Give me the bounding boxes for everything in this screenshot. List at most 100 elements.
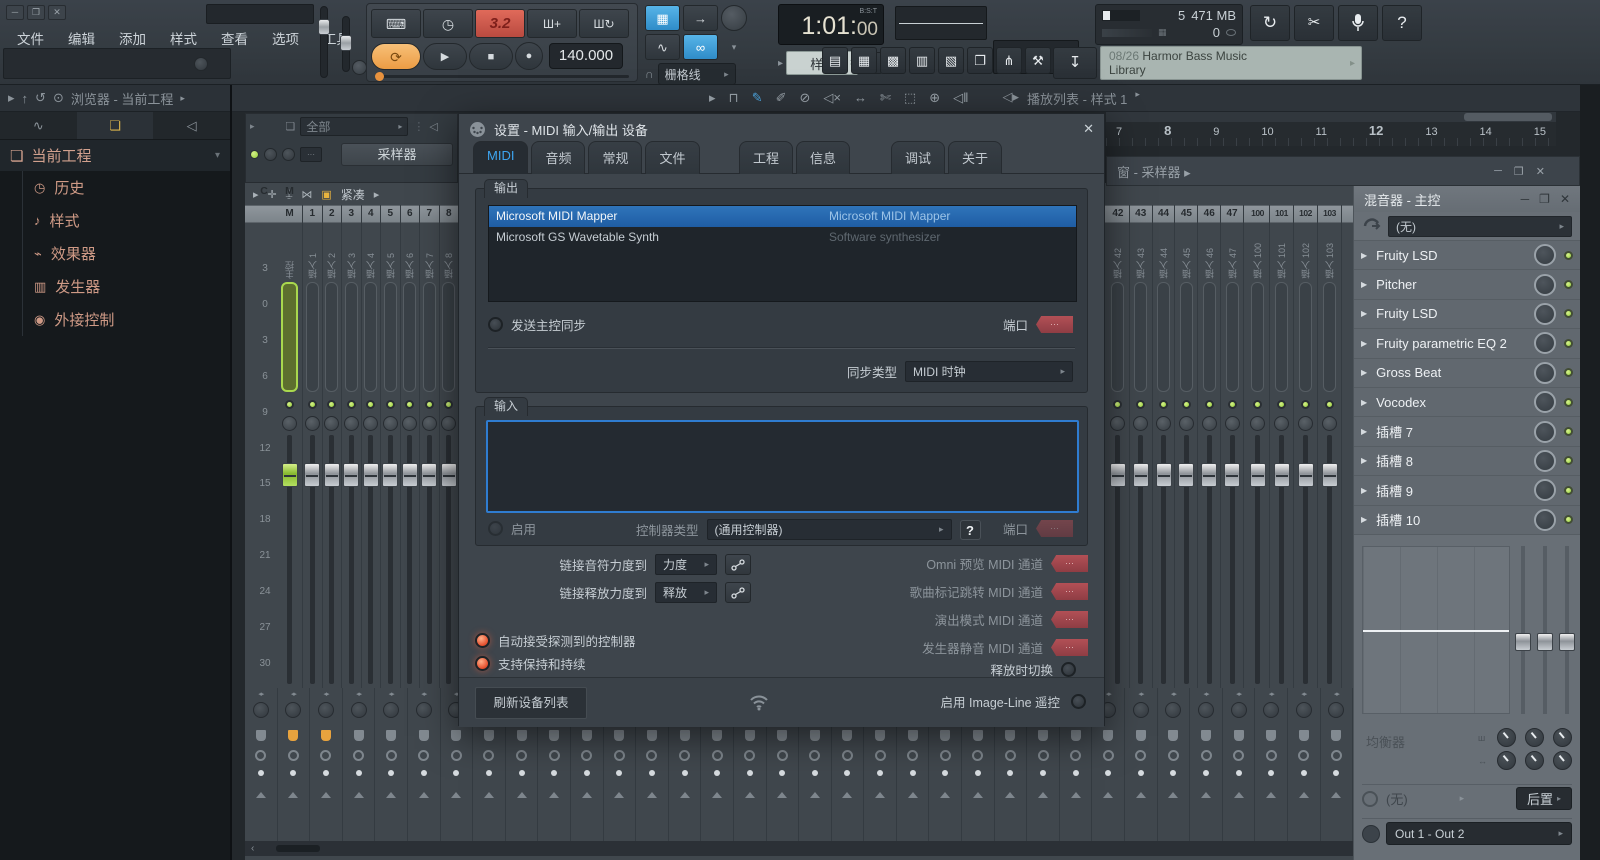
fx-mix-knob[interactable] xyxy=(1534,244,1556,266)
fx-plug-icon[interactable] xyxy=(1266,730,1276,741)
routing-triangle-icon[interactable] xyxy=(1071,792,1081,798)
toggle-release-radio[interactable] xyxy=(1061,662,1076,677)
record-arm-dot[interactable] xyxy=(486,770,492,776)
stereo-sep-icon[interactable]: ◂▸ xyxy=(1236,690,1241,700)
view-mode-icon[interactable]: ▣ xyxy=(321,188,331,201)
routing-triangle-icon[interactable] xyxy=(1136,792,1146,798)
routing-triangle-icon[interactable] xyxy=(484,792,494,798)
shuffle-dial[interactable] xyxy=(352,60,367,75)
routing-triangle-icon[interactable] xyxy=(582,792,592,798)
overdub-knob[interactable] xyxy=(721,5,747,31)
routing-triangle-icon[interactable] xyxy=(908,792,918,798)
strip-pan-knob[interactable] xyxy=(363,416,378,431)
strip-pan-knob[interactable] xyxy=(305,416,320,431)
mixer-strip-footer[interactable]: ◂▸ xyxy=(1125,688,1158,841)
link-icon-button[interactable] xyxy=(725,554,751,575)
fx-slot-name[interactable]: Fruity LSD xyxy=(1376,306,1534,321)
browser-tab-audition[interactable]: ◁ xyxy=(153,112,230,139)
strip-fader[interactable] xyxy=(420,435,439,688)
routing-triangle-icon[interactable] xyxy=(1103,792,1113,798)
chevron-right-icon[interactable]: ▶ xyxy=(1361,486,1367,495)
strip-fader[interactable] xyxy=(1318,435,1341,688)
strip-enable-led[interactable] xyxy=(366,400,375,409)
routing-triangle-icon[interactable] xyxy=(712,792,722,798)
fx-plug-icon[interactable] xyxy=(517,730,527,741)
stereo-sep-knob[interactable] xyxy=(1328,702,1344,718)
mixer-strip[interactable]: 1 插入 1 xyxy=(303,205,323,688)
close-button[interactable]: ✕ xyxy=(48,5,66,20)
strip-fader[interactable] xyxy=(1107,435,1129,688)
playlist-ruler[interactable]: 789101112131415 xyxy=(1106,112,1556,146)
fx-plug-icon[interactable] xyxy=(256,730,266,741)
fx-plug-icon[interactable] xyxy=(484,730,494,741)
stereo-sep-icon[interactable]: ◂▸ xyxy=(258,690,263,700)
record-arm-dot[interactable] xyxy=(519,770,525,776)
fx-panel-titlebar[interactable]: 混音器 - 主控 ─ ❐ ✕ xyxy=(1354,186,1580,212)
shuffle-handle[interactable] xyxy=(375,72,384,81)
post-button[interactable]: 后置▸ xyxy=(1516,787,1572,810)
strip-fader[interactable] xyxy=(277,435,302,688)
chevron-down-icon[interactable]: ▾ xyxy=(215,150,220,161)
fx-slot[interactable]: ▶ Fruity LSD xyxy=(1354,241,1580,270)
latency-clock-icon[interactable] xyxy=(1201,750,1212,761)
latency-clock-icon[interactable] xyxy=(1331,750,1342,761)
play-button[interactable]: ▶ xyxy=(423,43,467,70)
loop-record-button[interactable]: ⟳ xyxy=(371,43,421,70)
fx-plug-icon[interactable] xyxy=(1038,730,1048,741)
fader-handle[interactable] xyxy=(1178,463,1194,487)
link-button[interactable]: ∞ xyxy=(683,34,718,60)
stereo-sep-icon[interactable]: ◂▸ xyxy=(1106,690,1111,700)
dialog-tab[interactable]: 信息 xyxy=(796,141,850,174)
chevron-right-icon[interactable]: ▶ xyxy=(1361,251,1367,260)
fx-plug-icon[interactable] xyxy=(1136,730,1146,741)
strip-pan-knob[interactable] xyxy=(1322,416,1337,431)
latency-clock-icon[interactable] xyxy=(353,750,364,761)
fx-slot[interactable]: ▶ Vocodex xyxy=(1354,388,1580,417)
strip-pan-knob[interactable] xyxy=(1202,416,1217,431)
fx-mix-knob[interactable] xyxy=(1534,274,1556,296)
strip-enable-led[interactable] xyxy=(1113,400,1122,409)
stereo-sep-icon[interactable]: ◂▸ xyxy=(389,690,394,700)
latency-clock-icon[interactable] xyxy=(1070,750,1081,761)
latency-clock-icon[interactable] xyxy=(1135,750,1146,761)
scroll-left-icon[interactable]: ‹ xyxy=(251,843,254,854)
mixer-strip[interactable]: 4 插入 4 xyxy=(362,205,382,688)
eq-width-knob[interactable] xyxy=(1497,751,1516,770)
window-toggle-button[interactable]: ⋔ xyxy=(996,47,1022,74)
fx-plug-icon[interactable] xyxy=(973,730,983,741)
scroll-handle[interactable] xyxy=(276,845,320,852)
latency-clock-icon[interactable] xyxy=(712,750,723,761)
latency-clock-icon[interactable] xyxy=(875,750,886,761)
fx-slot-name[interactable]: 插槽 10 xyxy=(1376,510,1534,529)
latency-clock-icon[interactable] xyxy=(1298,750,1309,761)
routing-triangle-icon[interactable] xyxy=(777,792,787,798)
playlist-hscrollbar[interactable] xyxy=(1106,112,1556,122)
fx-plug-icon[interactable] xyxy=(647,730,657,741)
controller-help-button[interactable]: ? xyxy=(960,520,981,540)
mixer-strip[interactable]: 100 插入 100 xyxy=(1246,205,1270,688)
tempo-display[interactable]: 140.000 xyxy=(549,43,623,69)
routing-triangle-icon[interactable] xyxy=(973,792,983,798)
strip-fader[interactable] xyxy=(401,435,420,688)
rack-filter-selector[interactable]: 全部▸ xyxy=(300,117,408,136)
stereo-sep-icon[interactable]: ◂▸ xyxy=(1171,690,1176,700)
stop-button[interactable]: ■ xyxy=(469,43,513,70)
close-icon[interactable]: ✕ xyxy=(1560,192,1570,206)
fx-mix-knob[interactable] xyxy=(1534,479,1556,501)
generator-mute-port[interactable]: ··· xyxy=(1051,639,1088,656)
fx-plug-icon[interactable] xyxy=(875,730,885,741)
dialog-tab[interactable]: 关于 xyxy=(948,141,1002,174)
latency-clock-icon[interactable] xyxy=(451,750,462,761)
stereo-sep-icon[interactable]: ◂▸ xyxy=(1269,690,1274,700)
browser-tree-item[interactable]: ◷ 历史 xyxy=(0,171,230,204)
latency-clock-icon[interactable] xyxy=(1038,750,1049,761)
record-arm-dot[interactable] xyxy=(453,770,459,776)
stereo-sep-icon[interactable]: ◂▸ xyxy=(1138,690,1143,700)
fader-handle[interactable] xyxy=(441,463,457,487)
strip-fader[interactable] xyxy=(342,435,361,688)
fx-slot[interactable]: ▶ 插槽 8 xyxy=(1354,447,1580,476)
stereo-sep-knob[interactable] xyxy=(1133,702,1149,718)
countdown-button[interactable]: Ш↻ xyxy=(579,9,629,38)
eq-curve-display[interactable] xyxy=(1362,546,1510,714)
record-arm-dot[interactable] xyxy=(356,770,362,776)
